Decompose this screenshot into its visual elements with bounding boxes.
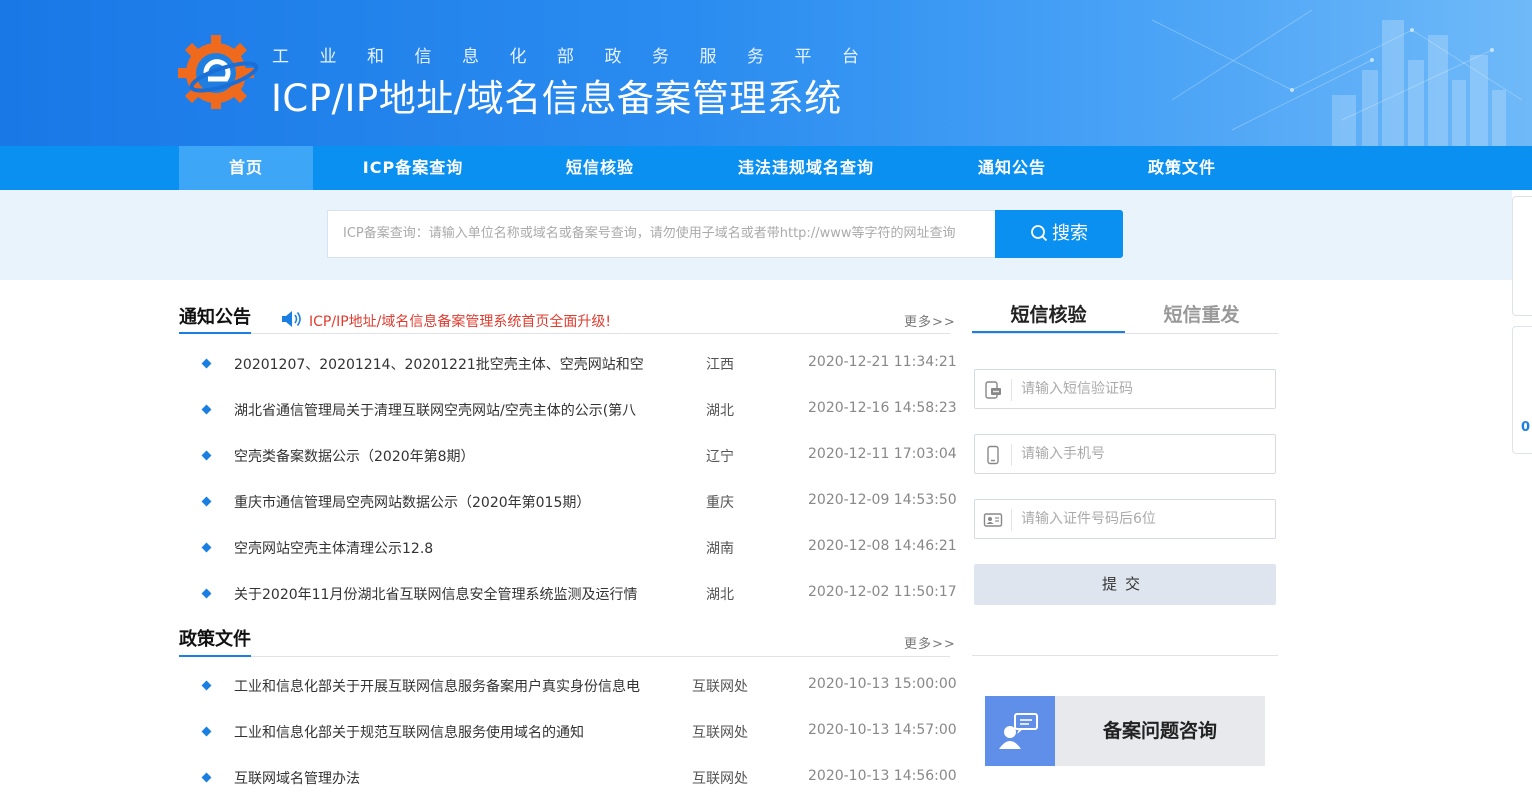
policy-department: 互联网处: [692, 725, 748, 741]
policy-title[interactable]: 互联网域名管理办法: [234, 768, 644, 788]
id-number-field[interactable]: 请输入证件号码后6位: [974, 499, 1276, 539]
notices-divider: [179, 333, 950, 334]
notice-row[interactable]: 20201207、20201214、20201221批空壳主体、空壳网站和空壳 …: [180, 346, 957, 392]
city-skyline-decoration: [1151, 9, 1523, 146]
id-number-placeholder: 请输入证件号码后6位: [1021, 511, 1156, 527]
notice-title[interactable]: 20201207、20201214、20201221批空壳主体、空壳网站和空壳: [234, 354, 644, 374]
bullet-icon: [201, 680, 212, 691]
nav-item-home[interactable]: 首页: [179, 146, 313, 190]
bullet-icon: [201, 358, 212, 369]
edge-counter: 0: [1521, 420, 1531, 435]
right-panel-divider: [972, 655, 1278, 656]
platform-subtitle: 工业和信息化部政务服务平台: [272, 47, 890, 67]
miit-logo: [178, 35, 259, 109]
phone-placeholder: 请输入手机号: [1021, 446, 1105, 462]
tab-sms-resend[interactable]: 短信重发: [1125, 300, 1278, 330]
bullet-icon: [201, 726, 212, 737]
notice-region: 辽宁: [706, 449, 734, 465]
phone-field[interactable]: 请输入手机号: [974, 434, 1276, 474]
field-separator: [1011, 379, 1012, 401]
notice-row[interactable]: 重庆市通信管理局空壳网站数据公示（2020年第015期） 重庆 2020-12-…: [180, 484, 957, 530]
notice-time: 2020-12-11 17:03:04: [808, 446, 957, 462]
notice-title[interactable]: 重庆市通信管理局空壳网站数据公示（2020年第015期）: [234, 492, 644, 512]
consult-icon-box: [985, 696, 1055, 766]
policies-more-link[interactable]: 更多>>: [904, 633, 956, 652]
sms-message-icon: [985, 381, 1001, 399]
bullet-icon: [201, 772, 212, 783]
sms-code-field[interactable]: 请输入短信验证码: [974, 369, 1276, 409]
notice-region: 湖南: [706, 541, 734, 557]
search-icon: [1031, 225, 1048, 242]
policy-title[interactable]: 工业和信息化部关于规范互联网信息服务使用域名的通知: [234, 722, 644, 742]
notice-marquee-link[interactable]: ICP/IP地址/域名信息备案管理系统首页全面升级!: [309, 311, 611, 331]
main-nav: 首页 ICP备案查询 短信核验 违法违规域名查询 通知公告 政策文件: [0, 146, 1532, 190]
notice-title[interactable]: 湖北省通信管理局关于清理互联网空壳网站/空壳主体的公示(第八: [234, 400, 644, 420]
policy-row[interactable]: 工业和信息化部关于规范互联网信息服务使用域名的通知 互联网处 2020-10-1…: [180, 714, 957, 760]
nav-item-notices[interactable]: 通知公告: [948, 146, 1076, 190]
notice-time: 2020-12-02 11:50:17: [808, 584, 957, 600]
notices-title: 通知公告: [179, 307, 251, 328]
notices-title-underline: [179, 332, 251, 334]
notice-region: 江西: [706, 357, 734, 373]
notices-more-link[interactable]: 更多>>: [904, 311, 956, 330]
nav-item-sms-verify[interactable]: 短信核验: [530, 146, 670, 190]
notice-title[interactable]: 空壳网站空壳主体清理公示12.8: [234, 538, 644, 558]
nav-item-icp-query[interactable]: ICP备案查询: [338, 146, 488, 190]
nav-item-policies[interactable]: 政策文件: [1118, 146, 1246, 190]
bullet-icon: [201, 404, 212, 415]
speaker-icon: [282, 311, 301, 327]
policy-department: 互联网处: [692, 679, 748, 695]
tab-active-underline: [972, 331, 1125, 333]
policy-time: 2020-10-13 14:57:00: [808, 722, 957, 738]
header-banner: 工业和信息化部政务服务平台 ICP/IP地址/域名信息备案管理系统: [0, 0, 1532, 146]
policies-title: 政策文件: [179, 629, 251, 650]
system-title: ICP/IP地址/域名信息备案管理系统: [271, 77, 842, 120]
policy-time: 2020-10-13 15:00:00: [808, 676, 957, 692]
id-card-icon: [983, 513, 1003, 527]
tab-divider: [972, 333, 1278, 334]
search-input[interactable]: ICP备案查询：请输入单位名称或域名或备案号查询，请勿使用子域名或者带http:…: [327, 210, 995, 258]
notice-title[interactable]: 关于2020年11月份湖北省互联网信息安全管理系统监测及运行情: [234, 584, 644, 604]
policy-row[interactable]: 互联网域名管理办法 互联网处 2020-10-13 14:56:00: [180, 760, 957, 806]
bullet-icon: [201, 496, 212, 507]
edge-widget-top[interactable]: [1512, 196, 1532, 316]
notice-time: 2020-12-21 11:34:21: [808, 354, 957, 370]
bullet-icon: [201, 450, 212, 461]
bullet-icon: [201, 588, 212, 599]
bullet-icon: [201, 542, 212, 553]
policies-title-underline: [179, 655, 251, 657]
policies-divider: [179, 656, 950, 657]
notice-time: 2020-12-09 14:53:50: [808, 492, 957, 508]
notice-row[interactable]: 关于2020年11月份湖北省互联网信息安全管理系统监测及运行情 湖北 2020-…: [180, 576, 957, 622]
policy-row[interactable]: 工业和信息化部关于开展互联网信息服务备案用户真实身份信息电 互联网处 2020-…: [180, 668, 957, 714]
sms-code-placeholder: 请输入短信验证码: [1021, 381, 1133, 397]
notice-title[interactable]: 空壳类备案数据公示（2020年第8期）: [234, 446, 644, 466]
search-button-label: 搜索: [1052, 223, 1088, 244]
submit-button[interactable]: 提交: [974, 564, 1276, 605]
tab-sms-verify[interactable]: 短信核验: [972, 300, 1125, 330]
notice-region: 湖北: [706, 403, 734, 419]
notice-region: 重庆: [706, 495, 734, 511]
notice-time: 2020-12-08 14:46:21: [808, 538, 957, 554]
consult-chat-icon: [999, 713, 1038, 749]
field-separator: [1011, 509, 1012, 531]
policy-time: 2020-10-13 14:56:00: [808, 768, 957, 784]
notice-row[interactable]: 空壳类备案数据公示（2020年第8期） 辽宁 2020-12-11 17:03:…: [180, 438, 957, 484]
nav-item-illegal-domain[interactable]: 违法违规域名查询: [718, 146, 894, 190]
search-button[interactable]: 搜索: [995, 210, 1123, 258]
mobile-phone-icon: [987, 445, 999, 465]
notice-row[interactable]: 空壳网站空壳主体清理公示12.8 湖南 2020-12-08 14:46:21: [180, 530, 957, 576]
consult-label: 备案问题咨询: [1102, 720, 1217, 742]
notice-region: 湖北: [706, 587, 734, 603]
field-separator: [1011, 444, 1012, 466]
notice-row[interactable]: 湖北省通信管理局关于清理互联网空壳网站/空壳主体的公示(第八 湖北 2020-1…: [180, 392, 957, 438]
policy-department: 互联网处: [692, 771, 748, 787]
policy-title[interactable]: 工业和信息化部关于开展互联网信息服务备案用户真实身份信息电: [234, 676, 644, 696]
consult-button[interactable]: 备案问题咨询: [985, 696, 1265, 766]
notice-time: 2020-12-16 14:58:23: [808, 400, 957, 416]
search-section: ICP备案查询：请输入单位名称或域名或备案号查询，请勿使用子域名或者带http:…: [0, 190, 1512, 280]
